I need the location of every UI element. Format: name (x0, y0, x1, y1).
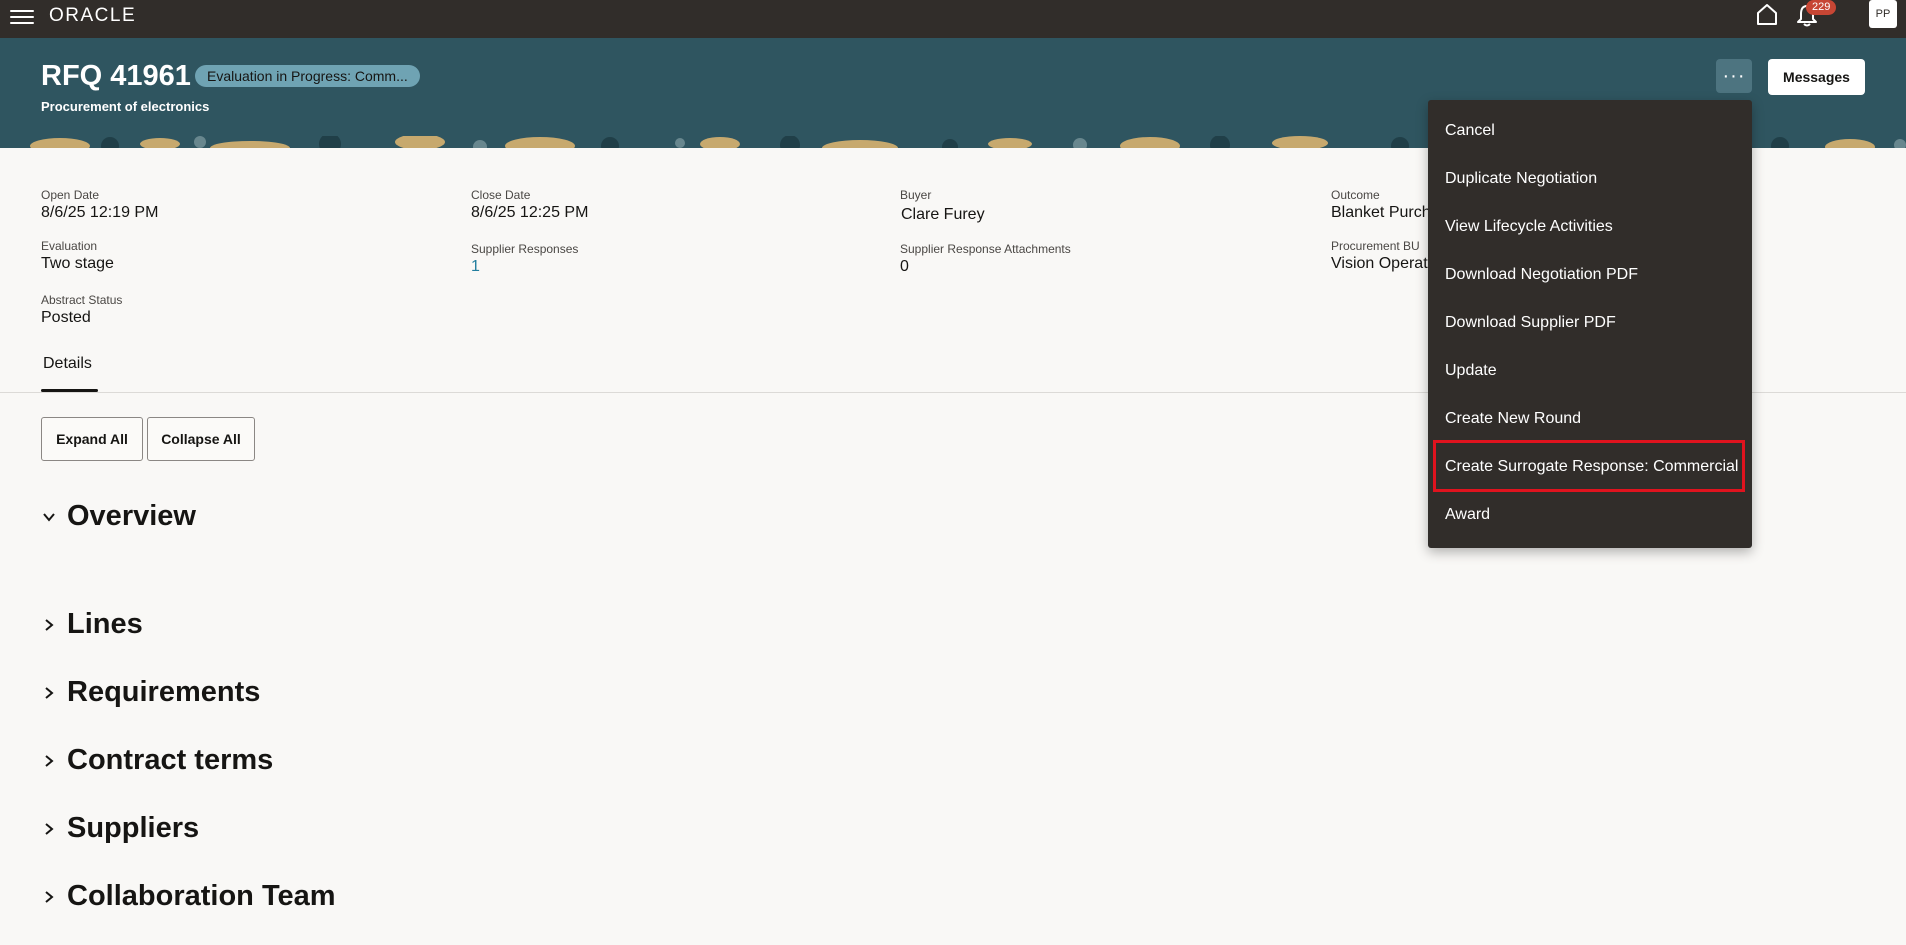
supplier-responses-field: Supplier Responses 1 (471, 242, 578, 276)
menu-item-create-new-round[interactable]: Create New Round (1445, 410, 1581, 428)
section-lines[interactable]: Lines (41, 608, 143, 641)
open-date-value: 8/6/25 12:19 PM (41, 204, 159, 221)
user-avatar[interactable]: PP (1869, 0, 1897, 28)
section-suppliers[interactable]: Suppliers (41, 812, 199, 845)
chevron-down-icon (43, 512, 55, 522)
section-requirements[interactable]: Requirements (41, 676, 260, 709)
supplier-response-attachments-value: 0 (900, 258, 909, 275)
abstract-status-value: Posted (41, 309, 91, 326)
hamburger-menu-icon[interactable] (10, 6, 34, 26)
section-requirements-title: Requirements (67, 676, 261, 708)
section-contract-terms[interactable]: Contract terms (41, 744, 273, 777)
menu-item-cancel[interactable]: Cancel (1445, 122, 1495, 140)
open-date-label: Open Date (41, 188, 100, 202)
menu-item-duplicate-negotiation[interactable]: Duplicate Negotiation (1445, 170, 1597, 188)
top-bar: ORACLE 229 PP (0, 0, 1906, 38)
buyer-label: Buyer (900, 188, 932, 202)
section-overview[interactable]: Overview (41, 500, 196, 533)
section-overview-title: Overview (67, 500, 196, 532)
outcome-label: Outcome (1331, 188, 1380, 202)
close-date-field: Close Date 8/6/25 12:25 PM (471, 188, 588, 222)
page-title: RFQ 41961 (41, 60, 191, 92)
section-collaboration-team-title: Collaboration Team (67, 880, 336, 912)
notifications-badge[interactable]: 229 (1806, 0, 1837, 15)
buyer-value[interactable]: Clare Furey (901, 206, 985, 224)
expand-all-button[interactable]: Expand All (41, 417, 143, 461)
section-collaboration-team[interactable]: Collaboration Team (41, 880, 336, 913)
chevron-right-icon (45, 686, 54, 699)
section-contract-terms-title: Contract terms (67, 744, 274, 776)
outcome-field: Outcome Blanket Purch (1331, 188, 1431, 222)
procurement-bu-value: Vision Operat (1331, 255, 1428, 272)
chevron-right-icon (45, 822, 54, 835)
menu-item-award[interactable]: Award (1445, 506, 1490, 524)
ellipsis-icon: ··· (1722, 64, 1746, 87)
chevron-right-icon (45, 754, 54, 767)
section-suppliers-title: Suppliers (67, 812, 200, 844)
abstract-status-field: Abstract Status Posted (41, 293, 122, 327)
more-actions-button[interactable]: ··· (1716, 59, 1752, 93)
tab-details[interactable]: Details (43, 355, 92, 389)
menu-item-download-supplier-pdf[interactable]: Download Supplier PDF (1445, 314, 1616, 332)
oracle-logo[interactable]: ORACLE (49, 5, 136, 27)
menu-item-update[interactable]: Update (1445, 362, 1497, 380)
evaluation-field: Evaluation Two stage (41, 239, 114, 273)
home-icon[interactable] (1755, 3, 1779, 25)
close-date-value: 8/6/25 12:25 PM (471, 204, 589, 221)
evaluation-value: Two stage (41, 255, 114, 272)
supplier-responses-label: Supplier Responses (471, 242, 579, 256)
menu-item-view-lifecycle-activities[interactable]: View Lifecycle Activities (1445, 218, 1613, 236)
section-lines-title: Lines (67, 608, 143, 640)
chevron-right-icon (45, 890, 54, 903)
close-date-label: Close Date (471, 188, 531, 202)
abstract-status-label: Abstract Status (41, 293, 123, 307)
messages-button[interactable]: Messages (1768, 59, 1865, 95)
supplier-response-attachments-field: Supplier Response Attachments 0 (900, 242, 1071, 276)
chevron-right-icon (45, 618, 54, 631)
status-badge: Evaluation in Progress: Comm... (195, 65, 420, 87)
supplier-responses-link[interactable]: 1 (471, 258, 578, 276)
page-subtitle: Procurement of electronics (41, 99, 210, 114)
highlight-box (1433, 440, 1745, 492)
supplier-response-attachments-label: Supplier Response Attachments (900, 242, 1071, 256)
procurement-bu-label: Procurement BU (1331, 239, 1420, 253)
collapse-all-button[interactable]: Collapse All (147, 417, 255, 461)
open-date-field: Open Date 8/6/25 12:19 PM (41, 188, 158, 222)
procurement-bu-field: Procurement BU Vision Operat (1331, 239, 1428, 273)
menu-item-download-negotiation-pdf[interactable]: Download Negotiation PDF (1445, 266, 1638, 284)
buyer-field: Buyer Clare Furey (900, 188, 985, 224)
outcome-value: Blanket Purch (1331, 204, 1431, 221)
evaluation-label: Evaluation (41, 239, 98, 253)
